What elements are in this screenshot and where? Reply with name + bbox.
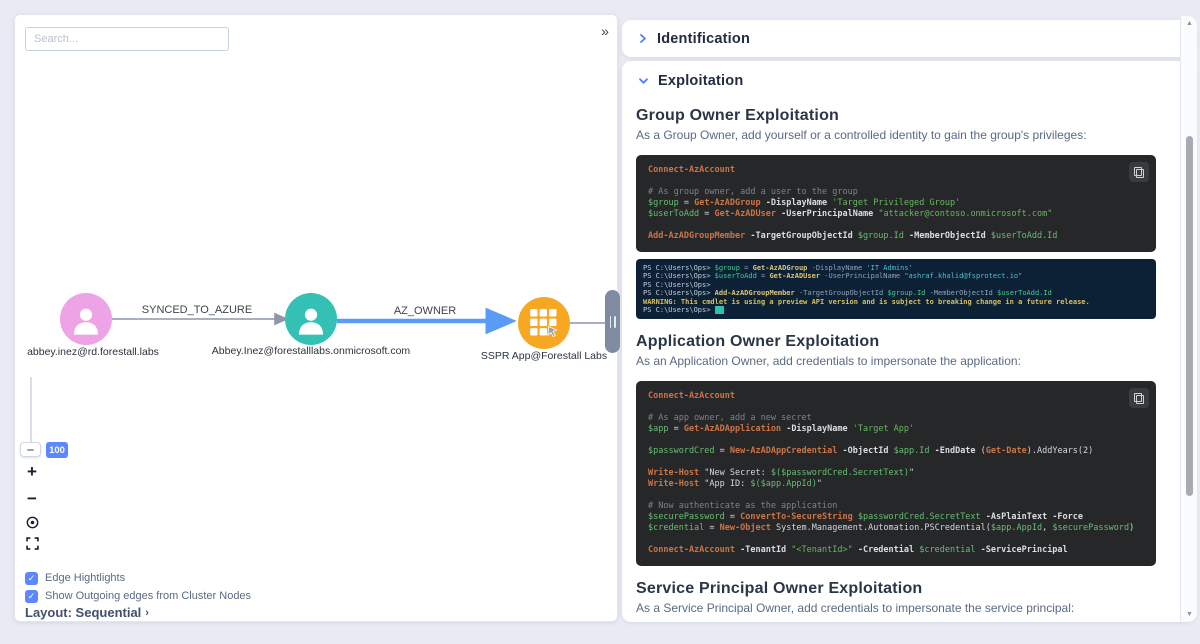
center-view-button[interactable]	[23, 513, 41, 531]
checkbox-checked-icon[interactable]: ✓	[25, 590, 38, 603]
copy-icon	[1134, 167, 1144, 178]
scroll-up-arrow[interactable]: ▲	[1181, 20, 1198, 27]
copy-code-button[interactable]	[1129, 162, 1149, 182]
node-sspr-app[interactable]	[518, 297, 570, 349]
zoom-in-button[interactable]: +	[23, 463, 41, 481]
code-block-group-owner: Connect-AzAccount # As group owner, add …	[636, 155, 1156, 252]
section-title: Exploitation	[658, 73, 743, 89]
article-description: As an Application Owner, add credentials…	[636, 354, 1156, 368]
option-label: Edge Hightlights	[45, 572, 125, 584]
section-exploitation-header[interactable]: Exploitation	[622, 61, 1196, 93]
node-azure-user[interactable]	[285, 293, 337, 345]
option-show-outgoing-edges[interactable]: ✓ Show Outgoing edges from Cluster Nodes	[25, 589, 251, 603]
user-icon	[69, 302, 103, 336]
zoom-out-button[interactable]: −	[23, 490, 41, 508]
graph-panel[interactable]: » SYNCED_TO_AZURE AZ_OWNER abbey.inez@rd…	[14, 14, 618, 622]
layout-selector[interactable]: Layout: Sequential ›	[25, 605, 149, 620]
copy-code-button[interactable]	[1129, 388, 1149, 408]
node-label-azure-user: Abbey.Inez@forestalllabs.onmicrosoft.com	[186, 345, 436, 357]
terminal-output-group-owner: PS C:\Users\Ops> $group = Get-AzADGroup …	[636, 259, 1156, 319]
article-heading-application-owner: Application Owner Exploitation	[636, 333, 1156, 351]
fullscreen-icon	[26, 537, 39, 550]
scrollbar-thumb[interactable]	[1186, 136, 1193, 496]
fullscreen-button[interactable]	[23, 534, 41, 552]
layout-label: Layout: Sequential	[25, 605, 141, 620]
node-onprem-user[interactable]	[60, 293, 112, 345]
article-heading-service-principal-owner: Service Principal Owner Exploitation	[636, 580, 1156, 598]
zoom-slider-track[interactable]	[30, 377, 32, 445]
edge-label-az-owner[interactable]: AZ_OWNER	[365, 305, 485, 317]
code-block-application-owner: Connect-AzAccount # As app owner, add a …	[636, 381, 1156, 566]
search-input[interactable]	[25, 27, 229, 51]
cursor-icon	[548, 326, 557, 336]
edge-label-synced-to-azure[interactable]: SYNCED_TO_AZURE	[117, 304, 277, 316]
collapse-panel-button[interactable]: »	[593, 19, 617, 43]
slider-grip	[27, 449, 34, 451]
scroll-down-arrow[interactable]: ▼	[1181, 611, 1198, 618]
article-description: As a Service Principal Owner, add creden…	[636, 601, 1156, 615]
option-edge-highlights[interactable]: ✓ Edge Hightlights	[25, 571, 125, 585]
chevron-right-icon	[638, 33, 648, 44]
article-description: As a Group Owner, add yourself or a cont…	[636, 128, 1156, 142]
section-exploitation: Exploitation Group Owner Exploitation As…	[622, 61, 1196, 622]
app-grid-icon	[529, 308, 559, 338]
panel-resize-handle[interactable]	[605, 290, 620, 353]
zoom-slider-handle[interactable]	[20, 442, 41, 457]
section-identification[interactable]: Identification	[622, 20, 1196, 57]
user-icon	[294, 302, 328, 336]
section-title: Identification	[657, 31, 750, 47]
target-icon	[26, 516, 39, 529]
chevron-down-icon	[638, 76, 649, 86]
zoom-level-badge: 100	[46, 442, 68, 458]
right-panel-scrollbar: ▲ ▼	[1180, 16, 1197, 622]
chevron-right-icon: ›	[145, 607, 149, 619]
article-heading-group-owner: Group Owner Exploitation	[636, 107, 1156, 125]
copy-icon	[1134, 393, 1144, 404]
node-label-onprem-user: abbey.inez@rd.forestall.labs	[8, 346, 178, 358]
option-label: Show Outgoing edges from Cluster Nodes	[45, 590, 251, 602]
checkbox-checked-icon[interactable]: ✓	[25, 572, 38, 585]
exploitation-content: Group Owner Exploitation As a Group Owne…	[622, 107, 1196, 622]
